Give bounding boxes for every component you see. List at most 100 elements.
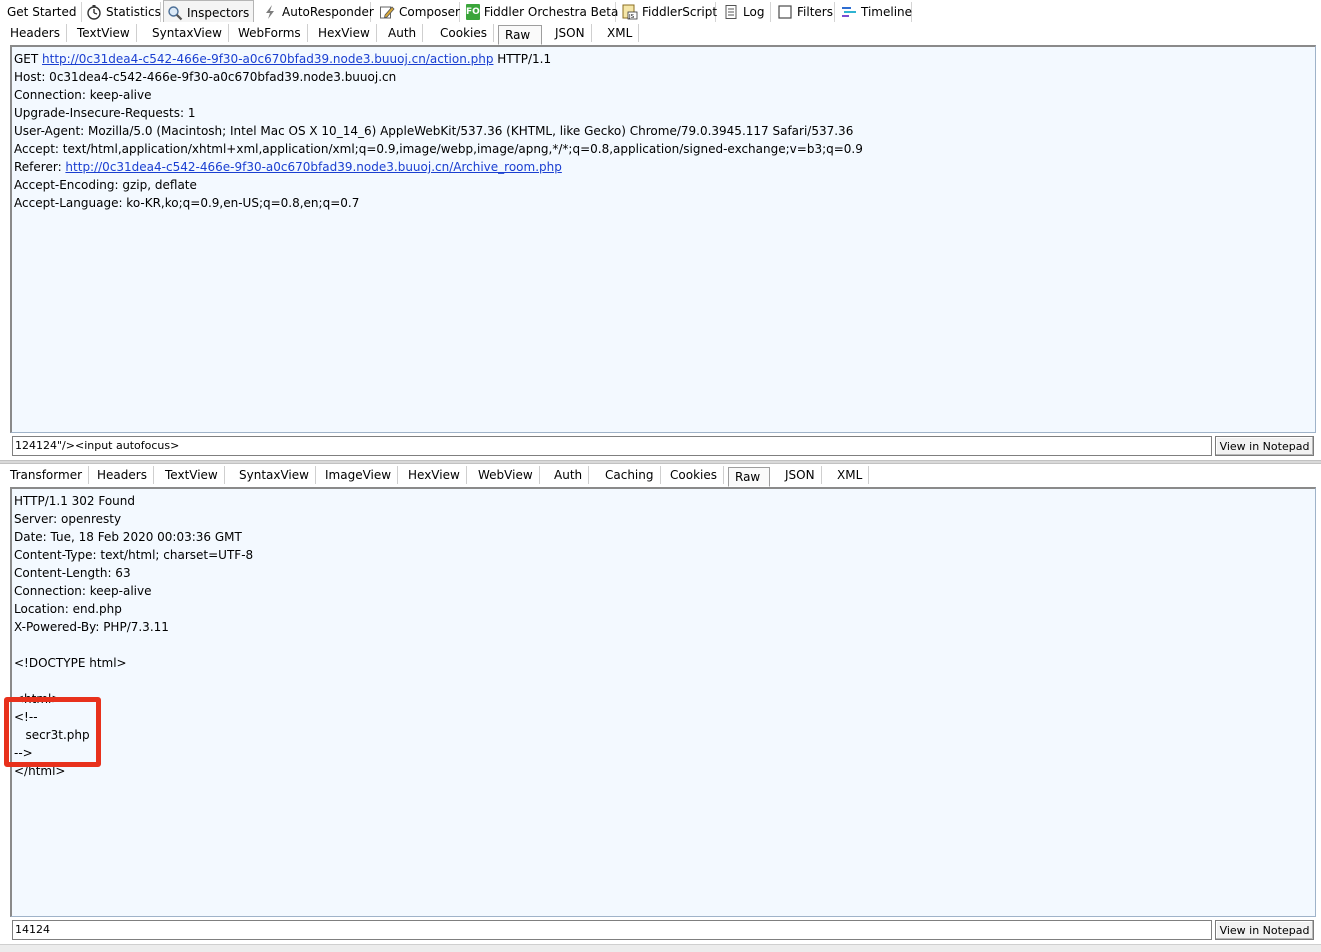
response-tab-transformer[interactable]: Transformer xyxy=(4,466,90,484)
tab-label: Filters xyxy=(797,5,833,19)
request-method: GET xyxy=(14,52,43,66)
response-tab-bar: Transformer Headers TextView SyntaxView … xyxy=(0,464,1321,487)
tab-label: Log xyxy=(743,5,765,19)
response-tab-auth[interactable]: Auth xyxy=(548,466,590,484)
header-referer: Referer: http://0c31dea4-c542-466e-9f30-… xyxy=(14,158,562,176)
request-find-input[interactable]: 124124"/><input autofocus> xyxy=(12,436,1212,456)
response-view-in-notepad-button[interactable]: View in Notepad xyxy=(1215,920,1314,940)
response-tab-xml[interactable]: XML xyxy=(831,466,870,484)
tab-label: Statistics xyxy=(106,5,161,19)
tab-label: HexView xyxy=(318,26,370,40)
tab-filters[interactable]: Filters xyxy=(774,2,835,22)
log-icon xyxy=(723,4,739,20)
tab-label: XML xyxy=(837,468,863,482)
request-tab-json[interactable]: JSON xyxy=(549,24,592,42)
stopwatch-icon xyxy=(86,4,102,20)
tab-inspectors[interactable]: Inspectors xyxy=(163,0,254,24)
tab-label: TextView xyxy=(165,468,218,482)
response-tab-json[interactable]: JSON xyxy=(779,466,822,484)
tab-fiddler-orchestra[interactable]: FO Fiddler Orchestra Beta xyxy=(463,2,619,22)
header-date: Date: Tue, 18 Feb 2020 00:03:36 GMT xyxy=(14,530,242,544)
body-doctype: <!DOCTYPE html> xyxy=(14,656,127,670)
script-icon: JS xyxy=(622,4,638,20)
tab-statistics[interactable]: Statistics xyxy=(83,2,161,22)
response-tab-syntaxview[interactable]: SyntaxView xyxy=(233,466,316,484)
header-host: Host: 0c31dea4-c542-466e-9f30-a0c670bfad… xyxy=(14,70,397,84)
tab-composer[interactable]: Composer xyxy=(376,2,460,22)
tab-label: SyntaxView xyxy=(239,468,309,482)
response-status-line: HTTP/1.1 302 Found xyxy=(14,494,136,508)
header-server: Server: openresty xyxy=(14,512,122,526)
header-connection: Connection: keep-alive xyxy=(14,584,152,598)
header-upgrade: Upgrade-Insecure-Requests: 1 xyxy=(14,106,196,120)
tab-label: Fiddler Orchestra Beta xyxy=(483,5,619,19)
response-tab-caching[interactable]: Caching xyxy=(599,466,661,484)
tab-label: AutoResponder xyxy=(282,5,374,19)
response-tab-imageview[interactable]: ImageView xyxy=(319,466,399,484)
tab-label: Auth xyxy=(554,468,583,482)
checkbox-icon xyxy=(777,4,793,20)
response-find-input[interactable]: 14124 xyxy=(12,920,1212,940)
status-strip xyxy=(0,944,1321,952)
request-tab-webforms[interactable]: WebForms xyxy=(232,24,308,42)
header-connection: Connection: keep-alive xyxy=(14,88,152,102)
tab-label: JSON xyxy=(555,26,585,40)
request-tab-bar: Headers TextView SyntaxView WebForms Hex… xyxy=(0,22,1321,45)
header-user-agent: User-Agent: Mozilla/5.0 (Macintosh; Inte… xyxy=(14,124,854,138)
request-tab-textview[interactable]: TextView xyxy=(71,24,137,42)
tab-fiddlerscript[interactable]: JS FiddlerScript xyxy=(619,2,717,22)
header-location: Location: end.php xyxy=(14,602,122,616)
tab-label: JSON xyxy=(785,468,815,482)
tab-get-started[interactable]: Get Started xyxy=(4,2,82,22)
tab-log[interactable]: Log xyxy=(720,2,771,22)
tab-autoresponder[interactable]: AutoResponder xyxy=(259,2,374,22)
tab-label: SyntaxView xyxy=(152,26,222,40)
tab-label: Headers xyxy=(97,468,147,482)
timeline-icon xyxy=(841,4,857,20)
tab-label: WebView xyxy=(478,468,533,482)
referer-url-link[interactable]: http://0c31dea4-c542-466e-9f30-a0c670bfa… xyxy=(65,160,561,174)
request-view-in-notepad-button[interactable]: View in Notepad xyxy=(1215,436,1314,456)
magnifier-icon xyxy=(167,5,183,21)
response-raw-pane[interactable]: HTTP/1.1 302 Found Server: openresty Dat… xyxy=(10,487,1316,917)
request-protocol: HTTP/1.1 xyxy=(493,52,552,66)
tab-label: Transformer xyxy=(10,468,83,482)
header-content-type: Content-Type: text/html; charset=UTF-8 xyxy=(14,548,254,562)
annotation-highlight-box xyxy=(4,697,101,767)
header-accept-language: Accept-Language: ko-KR,ko;q=0.9,en-US;q=… xyxy=(14,196,360,210)
tab-label: XML xyxy=(607,26,633,40)
request-tab-hexview[interactable]: HexView xyxy=(312,24,377,42)
header-x-powered-by: X-Powered-By: PHP/7.3.11 xyxy=(14,620,169,634)
request-raw-pane[interactable]: GET http://0c31dea4-c542-466e-9f30-a0c67… xyxy=(10,45,1316,433)
response-tab-headers[interactable]: Headers xyxy=(91,466,154,484)
lightning-icon xyxy=(262,4,278,20)
request-tab-syntaxview[interactable]: SyntaxView xyxy=(146,24,229,42)
request-tab-raw[interactable]: Raw xyxy=(498,25,542,45)
tab-label: TextView xyxy=(77,26,130,40)
request-line: GET http://0c31dea4-c542-466e-9f30-a0c67… xyxy=(14,50,551,68)
response-tab-cookies[interactable]: Cookies xyxy=(664,466,724,484)
response-tab-raw[interactable]: Raw xyxy=(728,467,770,487)
tab-label: Headers xyxy=(10,26,60,40)
tab-label: Cookies xyxy=(670,468,717,482)
tab-label: Cookies xyxy=(440,26,487,40)
tab-label: HexView xyxy=(408,468,460,482)
request-url-link[interactable]: http://0c31dea4-c542-466e-9f30-a0c670bfa… xyxy=(42,52,493,66)
request-tab-xml[interactable]: XML xyxy=(601,24,640,42)
tab-label: Raw xyxy=(735,470,761,484)
tab-label: Get Started xyxy=(7,5,77,19)
response-tab-webview[interactable]: WebView xyxy=(472,466,540,484)
request-tab-auth[interactable]: Auth xyxy=(382,24,424,42)
tab-label: Timeline xyxy=(861,5,913,19)
tab-label: ImageView xyxy=(325,468,392,482)
header-accept: Accept: text/html,application/xhtml+xml,… xyxy=(14,142,863,156)
request-tab-headers[interactable]: Headers xyxy=(4,24,67,42)
response-tab-textview[interactable]: TextView xyxy=(159,466,225,484)
svg-text:JS: JS xyxy=(628,14,635,20)
tab-label: Composer xyxy=(399,5,460,19)
fo-icon: FO xyxy=(466,4,480,20)
referer-key: Referer: xyxy=(14,160,66,174)
response-tab-hexview[interactable]: HexView xyxy=(402,466,467,484)
tab-timeline[interactable]: Timeline xyxy=(838,2,912,22)
request-tab-cookies[interactable]: Cookies xyxy=(434,24,494,42)
